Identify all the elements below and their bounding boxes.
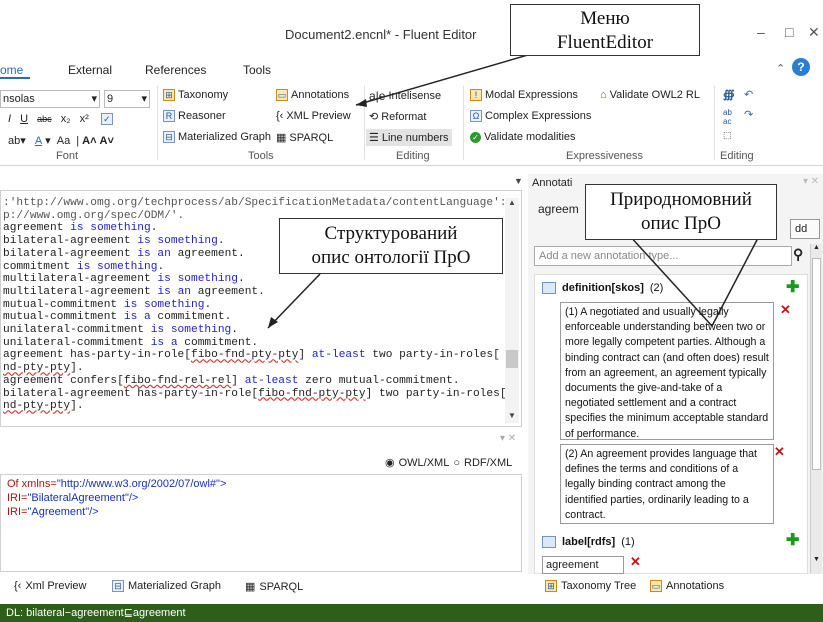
- callout-arrows: [267, 49, 759, 329]
- menu-callout: Меню FluentEditor: [510, 4, 700, 56]
- menu-callout-arrow: [355, 49, 546, 106]
- structured-callout-arrow: [267, 273, 321, 329]
- natural-description-callout: Природномовний опис ПрО: [585, 184, 777, 240]
- menu-callout-arrowhead: [356, 99, 367, 107]
- structured-description-callout: Структурований опис онтології ПрО: [279, 218, 503, 274]
- natural-callout-arrow-right: [711, 237, 759, 327]
